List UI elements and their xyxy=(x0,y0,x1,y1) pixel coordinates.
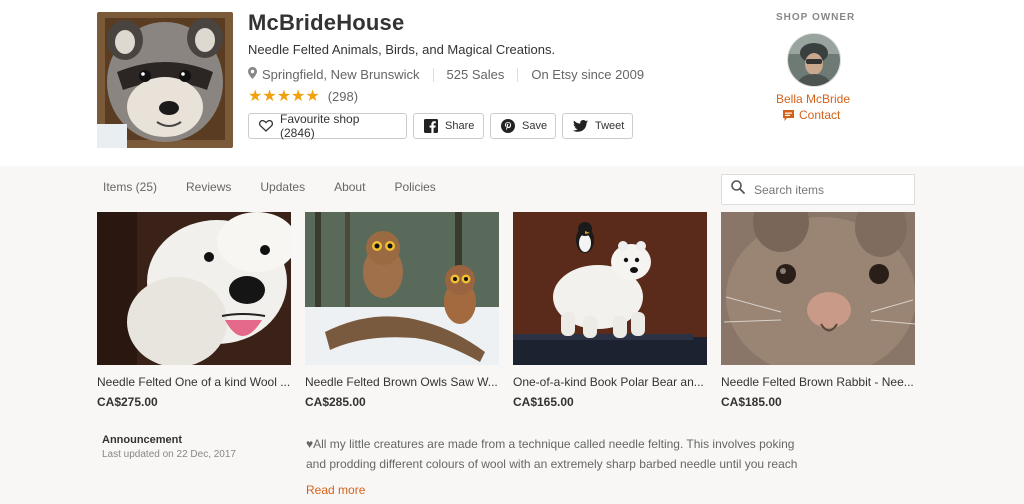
announcement-text: ♥All my little creatures are made from a… xyxy=(306,434,816,474)
listing-card[interactable]: Needle Felted Brown Owls Saw W... CA$285… xyxy=(305,212,499,409)
pinterest-icon xyxy=(501,119,515,133)
owner-name-link[interactable]: Bella McBride xyxy=(776,92,850,106)
search-icon xyxy=(731,180,745,199)
listing-title[interactable]: One-of-a-kind Book Polar Bear an... xyxy=(513,375,707,389)
listing-card[interactable]: One-of-a-kind Book Polar Bear an... CA$1… xyxy=(513,212,707,409)
shop-content: Items (25) Reviews Updates About Policie… xyxy=(0,166,1024,504)
listing-card[interactable]: Needle Felted Brown Rabbit - Nee... CA$1… xyxy=(721,212,915,409)
listing-price: CA$285.00 xyxy=(305,395,366,409)
shop-tagline: Needle Felted Animals, Birds, and Magica… xyxy=(248,42,556,57)
save-pinterest-button[interactable]: Save xyxy=(490,113,556,139)
message-icon xyxy=(783,109,794,121)
shop-location: Springfield, New Brunswick xyxy=(262,67,420,82)
contact-label: Contact xyxy=(799,108,841,122)
shop-name: McBrideHouse xyxy=(248,10,405,35)
listing-image-rabbit[interactable] xyxy=(721,212,915,365)
share-facebook-button[interactable]: Share xyxy=(413,113,484,139)
tab-about[interactable]: About xyxy=(334,180,365,194)
announcement-title: Announcement xyxy=(102,434,183,446)
shop-sales[interactable]: 525 Sales xyxy=(447,67,505,82)
divider xyxy=(517,67,519,82)
listing-title[interactable]: Needle Felted Brown Rabbit - Nee... xyxy=(721,375,915,389)
listing-card[interactable]: Needle Felted One of a kind Wool ... CA$… xyxy=(97,212,291,409)
listing-image-poodle[interactable] xyxy=(97,212,291,365)
tab-items[interactable]: Items (25) xyxy=(103,180,157,194)
rating-stars-icon: ★★★★★ xyxy=(248,88,320,105)
divider xyxy=(432,67,434,82)
owner-avatar[interactable] xyxy=(787,33,841,87)
listing-image-polar-bear[interactable] xyxy=(513,212,707,365)
search-box[interactable] xyxy=(721,174,915,205)
shop-rating[interactable]: ★★★★★ (298) xyxy=(248,86,358,106)
listing-title[interactable]: Needle Felted One of a kind Wool ... xyxy=(97,375,291,389)
shop-logo-raccoon[interactable] xyxy=(97,12,233,148)
twitter-icon xyxy=(573,120,588,132)
announcement-line: ♥All my little creatures are made from a… xyxy=(306,437,795,451)
tab-reviews[interactable]: Reviews xyxy=(186,180,231,194)
share-label: Share xyxy=(445,120,475,132)
listing-price: CA$275.00 xyxy=(97,395,158,409)
listing-price: CA$165.00 xyxy=(513,395,574,409)
save-label: Save xyxy=(522,120,548,132)
tweet-label: Tweet xyxy=(595,120,625,132)
listing-image-owls[interactable] xyxy=(305,212,499,365)
rating-count: (298) xyxy=(327,88,359,104)
shop-header: McBrideHouse Needle Felted Animals, Bird… xyxy=(0,0,1024,166)
tweet-button[interactable]: Tweet xyxy=(562,113,633,139)
heart-icon xyxy=(259,120,273,132)
facebook-icon xyxy=(424,119,438,133)
shop-meta: Springfield, New Brunswick 525 Sales On … xyxy=(248,67,644,82)
shop-owner-label: SHOP OWNER xyxy=(776,12,856,23)
announcement-line: and prodding different colours of wool w… xyxy=(306,457,798,471)
announcement-updated: Last updated on 22 Dec, 2017 xyxy=(102,449,236,460)
listing-title[interactable]: Needle Felted Brown Owls Saw W... xyxy=(305,375,499,389)
contact-owner-link[interactable]: Contact xyxy=(783,108,840,122)
search-input[interactable] xyxy=(752,181,906,198)
read-more-link[interactable]: Read more xyxy=(306,483,365,497)
favourite-shop-button[interactable]: Favourite shop (2846) xyxy=(248,112,407,140)
shop-since: On Etsy since 2009 xyxy=(531,67,645,82)
shop-tabs: Items (25) Reviews Updates About Policie… xyxy=(103,180,465,194)
tab-policies[interactable]: Policies xyxy=(394,180,435,194)
tab-updates[interactable]: Updates xyxy=(260,180,305,194)
favourite-label: Favourite shop (2846) xyxy=(280,112,360,140)
listing-price: CA$185.00 xyxy=(721,395,782,409)
location-pin-icon xyxy=(248,67,257,82)
